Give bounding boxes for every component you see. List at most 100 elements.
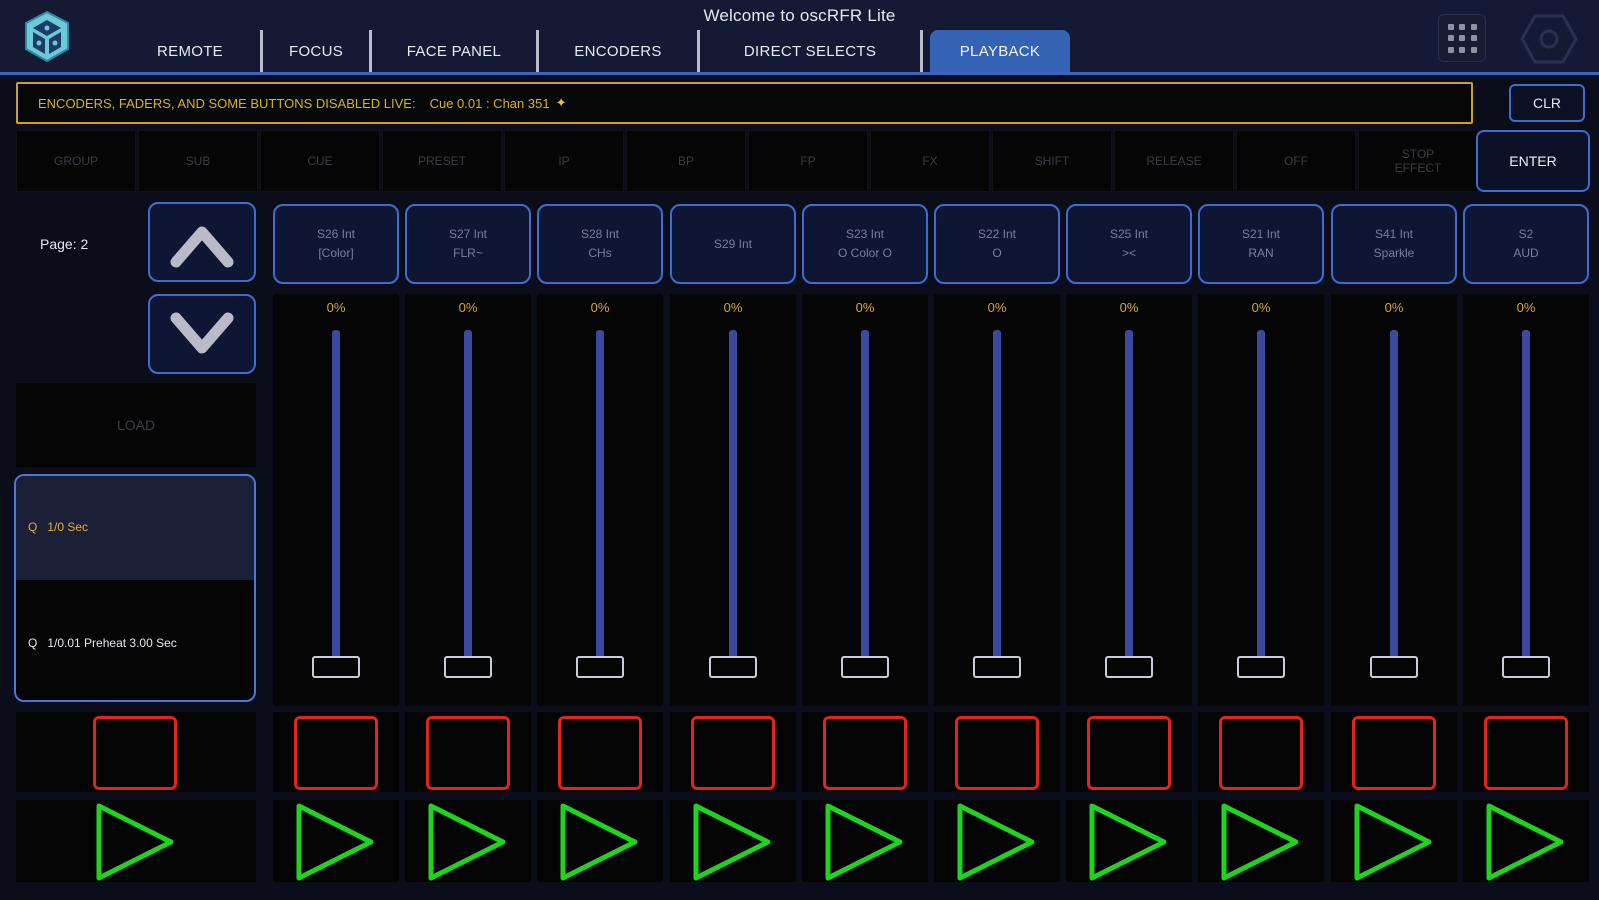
- go-button[interactable]: [293, 800, 379, 884]
- go-button[interactable]: [1086, 800, 1172, 884]
- fader-track[interactable]: [1257, 330, 1265, 660]
- preset-key[interactable]: PRESET: [382, 130, 502, 192]
- tab-encoders[interactable]: ENCODERS: [539, 30, 697, 72]
- page-down-button[interactable]: [148, 294, 256, 374]
- status-bar: ENCODERS, FADERS, AND SOME BUTTONS DISAB…: [16, 82, 1473, 124]
- fader-track[interactable]: [1522, 330, 1530, 660]
- submaster-button[interactable]: S26 Int [Color]: [273, 204, 399, 284]
- submaster-number: S21 Int: [1241, 227, 1281, 242]
- fader-handle[interactable]: [576, 656, 624, 678]
- tab-remote[interactable]: REMOTE: [120, 30, 260, 72]
- tab-direct-selects[interactable]: DIRECT SELECTS: [700, 30, 920, 72]
- stop-button[interactable]: [294, 716, 378, 790]
- go-button[interactable]: [1218, 800, 1304, 884]
- fader-track[interactable]: [464, 330, 472, 660]
- fader-handle[interactable]: [1105, 656, 1153, 678]
- master-stop-button[interactable]: [93, 716, 177, 790]
- release-key[interactable]: RELEASE: [1114, 130, 1234, 192]
- stop-effect-key[interactable]: STOP EFFECT: [1358, 130, 1478, 192]
- bp-key[interactable]: BP: [626, 130, 746, 192]
- fader-track[interactable]: [596, 330, 604, 660]
- go-button[interactable]: [557, 800, 643, 884]
- fader-level-readout: 0%: [326, 300, 346, 315]
- fader-level-readout: 0%: [458, 300, 478, 315]
- grid-menu-button[interactable]: [1438, 14, 1486, 62]
- submaster-label: AUD: [1513, 246, 1539, 260]
- fader-handle[interactable]: [709, 656, 757, 678]
- master-go-button[interactable]: [93, 800, 179, 884]
- fader-level-readout: 0%: [1251, 300, 1271, 315]
- submaster-label: Sparkle: [1373, 246, 1415, 260]
- active-cue-label: Q 1/0 Sec: [28, 520, 88, 534]
- fader-track[interactable]: [332, 330, 340, 660]
- stop-button[interactable]: [1087, 716, 1171, 790]
- fader-track[interactable]: [1390, 330, 1398, 660]
- submaster-number: S41 Int: [1374, 227, 1414, 242]
- fader-handle[interactable]: [1237, 656, 1285, 678]
- fader-track[interactable]: [1125, 330, 1133, 660]
- fader-handle[interactable]: [1370, 656, 1418, 678]
- tab-divider: [536, 30, 539, 72]
- fader-handle[interactable]: [444, 656, 492, 678]
- submaster-button[interactable]: S2 AUD: [1463, 204, 1589, 284]
- fader-track[interactable]: [861, 330, 869, 660]
- sub-key[interactable]: SUB: [138, 130, 258, 192]
- group-key[interactable]: GROUP: [16, 130, 136, 192]
- tab-focus[interactable]: FOCUS: [263, 30, 369, 72]
- fader-track[interactable]: [729, 330, 737, 660]
- page-label: Page: 2: [40, 236, 89, 252]
- stop-button[interactable]: [558, 716, 642, 790]
- submaster-button[interactable]: S28 Int CHs: [537, 204, 663, 284]
- off-key[interactable]: OFF: [1236, 130, 1356, 192]
- fader-handle[interactable]: [1502, 656, 1550, 678]
- tab-playback[interactable]: PLAYBACK: [930, 30, 1070, 72]
- active-cue-text: 1/0 Sec: [47, 520, 89, 534]
- stop-button[interactable]: [1219, 716, 1303, 790]
- submaster-button[interactable]: S22 Int O: [934, 204, 1060, 284]
- tab-face-panel[interactable]: FACE PANEL: [372, 30, 536, 72]
- stop-button[interactable]: [691, 716, 775, 790]
- submaster-button[interactable]: S29 Int: [670, 204, 796, 284]
- fader-level-readout: 0%: [1516, 300, 1536, 315]
- fader-handle[interactable]: [312, 656, 360, 678]
- stop-button[interactable]: [1352, 716, 1436, 790]
- enter-button[interactable]: ENTER: [1476, 130, 1590, 192]
- stop-button[interactable]: [823, 716, 907, 790]
- go-button[interactable]: [954, 800, 1040, 884]
- fx-key[interactable]: FX: [870, 130, 990, 192]
- chevron-down-icon: [170, 312, 234, 354]
- fp-key[interactable]: FP: [748, 130, 868, 192]
- submaster-button[interactable]: S23 Int O Color O: [802, 204, 928, 284]
- submaster-button[interactable]: S27 Int FLR~: [405, 204, 531, 284]
- submaster-button[interactable]: S41 Int Sparkle: [1331, 204, 1457, 284]
- app-title: Welcome to oscRFR Lite: [703, 6, 896, 25]
- cue-list-panel[interactable]: Q 1/0 Sec Q 1/0.01 Preheat 3.00 Sec: [14, 474, 256, 702]
- go-button[interactable]: [425, 800, 511, 884]
- go-button[interactable]: [690, 800, 776, 884]
- cue-key[interactable]: CUE: [260, 130, 380, 192]
- load-button[interactable]: LOAD: [16, 383, 256, 467]
- submaster-number: S25 Int: [1109, 227, 1149, 242]
- ip-key[interactable]: IP: [504, 130, 624, 192]
- stop-button[interactable]: [955, 716, 1039, 790]
- fader-handle[interactable]: [841, 656, 889, 678]
- go-button[interactable]: [1483, 800, 1569, 884]
- submaster-button[interactable]: S21 Int RAN: [1198, 204, 1324, 284]
- go-button[interactable]: [1351, 800, 1437, 884]
- stop-button[interactable]: [1484, 716, 1568, 790]
- fader-handle[interactable]: [973, 656, 1021, 678]
- play-triangle-icon: [1486, 803, 1564, 881]
- app-header: Welcome to oscRFR Lite REMOTE FOCUS FACE…: [0, 0, 1599, 74]
- page-up-button[interactable]: [148, 202, 256, 282]
- hexagon-settings-icon[interactable]: [1520, 12, 1578, 66]
- tab-divider: [260, 30, 263, 72]
- go-button[interactable]: [822, 800, 908, 884]
- submaster-number: S2: [1518, 227, 1534, 242]
- pending-cue-label[interactable]: Q 1/0.01 Preheat 3.00 Sec: [28, 636, 177, 650]
- fader-level-readout: 0%: [590, 300, 610, 315]
- fader-track[interactable]: [993, 330, 1001, 660]
- submaster-button[interactable]: S25 Int ><: [1066, 204, 1192, 284]
- stop-button[interactable]: [426, 716, 510, 790]
- clear-button[interactable]: CLR: [1509, 84, 1585, 122]
- shift-key[interactable]: SHIFT: [992, 130, 1112, 192]
